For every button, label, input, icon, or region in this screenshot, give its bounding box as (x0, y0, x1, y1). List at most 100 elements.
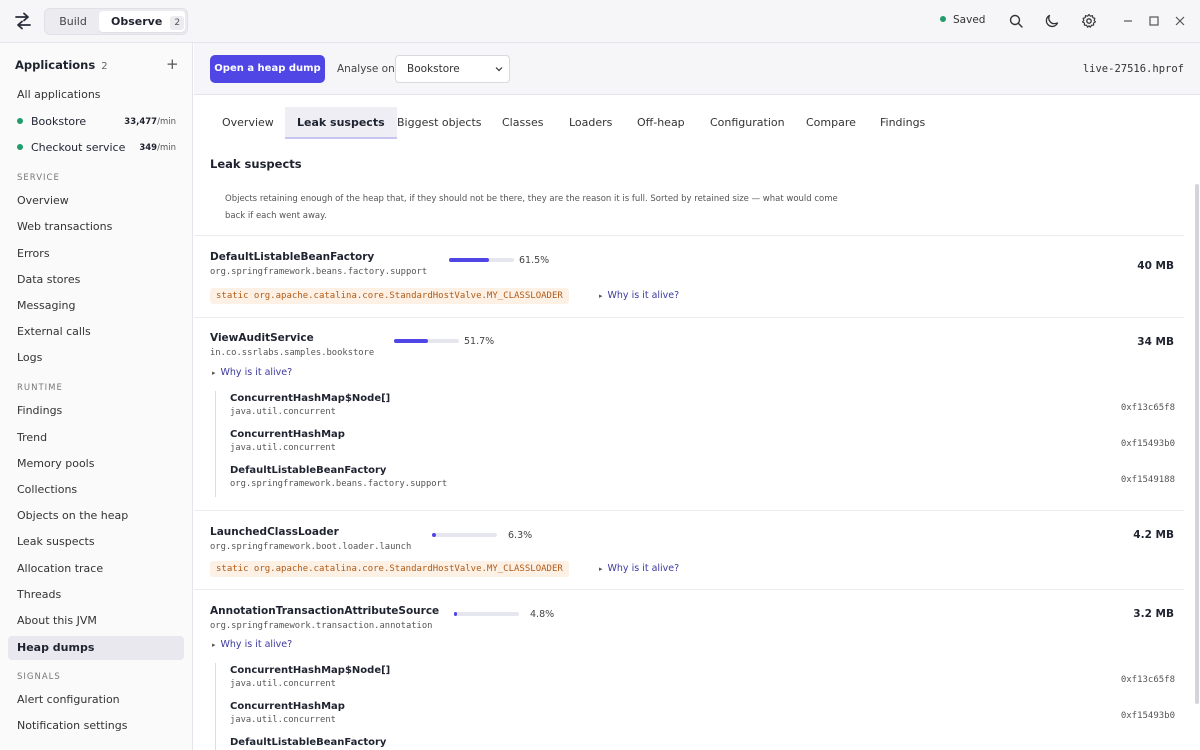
chain-node-name: DefaultListableBeanFactory (230, 737, 387, 748)
sidebar-item-external-calls[interactable]: External calls (8, 320, 184, 344)
retained-bar-fill (432, 533, 437, 537)
sidebar-item-collections[interactable]: Collections (8, 478, 184, 502)
chain-node-package: org.springframework.beans.factory.suppor… (230, 479, 448, 489)
tab-findings[interactable]: Findings (868, 107, 937, 139)
chain-node[interactable]: ConcurrentHashMap java.util.concurrent 0… (230, 701, 1185, 725)
sidebar-item-overview[interactable]: Overview (8, 189, 184, 213)
tab-configuration[interactable]: Configuration (698, 107, 797, 139)
sidebar-item-notification-settings[interactable]: Notification settings (8, 714, 184, 738)
sidebar: Applications 2 + All applications Booksto… (0, 43, 193, 750)
static-root-tag: static org.apache.catalina.core.Standard… (210, 561, 569, 577)
sidebar-item-web-transactions[interactable]: Web transactions (8, 215, 184, 239)
applications-count: 2 (101, 61, 108, 72)
tab-overview[interactable]: Overview (210, 107, 286, 139)
tab-classes[interactable]: Classes (490, 107, 555, 139)
suspect-package: in.co.ssrlabs.samples.bookstore (210, 348, 375, 358)
tab-loaders[interactable]: Loaders (557, 107, 624, 139)
tab-off-heap[interactable]: Off-heap (625, 107, 697, 139)
retained-percent: 4.8% (530, 609, 555, 620)
retention-chain: ConcurrentHashMap$Node[] java.util.concu… (215, 391, 1184, 497)
sidebar-section-service: SERVICE (17, 173, 60, 183)
sidebar-item-heap-dumps[interactable]: Heap dumps (8, 636, 184, 660)
sidebar-item-errors[interactable]: Errors (8, 242, 184, 266)
chain-node[interactable]: ConcurrentHashMap java.util.concurrent 0… (230, 429, 1185, 453)
search-icon[interactable] (1008, 13, 1024, 29)
chain-node-name: ConcurrentHashMap$Node[] (230, 665, 391, 676)
why-alive-label: Why is it alive? (220, 367, 293, 378)
sidebar-item-messaging[interactable]: Messaging (8, 294, 184, 318)
swap-arrows-icon[interactable] (14, 12, 32, 30)
app-rate-value: 33,477 (124, 117, 158, 127)
chain-node-name: DefaultListableBeanFactory (230, 465, 387, 476)
chain-node[interactable]: ConcurrentHashMap$Node[] java.util.concu… (230, 665, 1185, 689)
app-rate-unit: /min (157, 143, 176, 153)
sidebar-item-memory-pools[interactable]: Memory pools (8, 452, 184, 476)
retained-percent: 6.3% (508, 530, 533, 541)
sidebar-item-logs[interactable]: Logs (8, 346, 184, 370)
retained-percent: 61.5% (519, 255, 550, 266)
saved-status-dot (940, 16, 946, 22)
moon-icon[interactable] (1044, 13, 1060, 29)
sidebar-item-findings[interactable]: Findings (8, 399, 184, 423)
why-alive-toggle[interactable]: ▸ Why is it alive? (212, 639, 292, 650)
minimize-icon[interactable] (1120, 13, 1136, 29)
sidebar-item-about-this-jvm[interactable]: About this JVM (8, 609, 184, 633)
scrollbar-thumb[interactable] (1195, 184, 1199, 704)
static-root-tag: static org.apache.catalina.core.Standard… (210, 288, 569, 304)
content-scrollbar[interactable] (1194, 139, 1200, 750)
main-panel: Open a heap dump Analyse on Bookstore li… (194, 43, 1200, 750)
tab-leak-suspects[interactable]: Leak suspects (285, 107, 397, 139)
tab-compare[interactable]: Compare (794, 107, 868, 139)
sidebar-item-allocation-trace[interactable]: Allocation trace (8, 557, 184, 581)
sidebar-item-data-stores[interactable]: Data stores (8, 268, 184, 292)
chain-node[interactable]: ConcurrentHashMap$Node[] java.util.concu… (230, 393, 1185, 417)
close-icon[interactable] (1172, 13, 1188, 29)
top-bar: Build Observe 2 Saved (0, 0, 1200, 43)
retained-bar (449, 258, 514, 262)
chevron-down-icon (495, 67, 503, 72)
divider (194, 317, 1184, 318)
sidebar-item-leak-suspects[interactable]: Leak suspects (8, 530, 184, 554)
app-status-dot (17, 144, 23, 150)
sidebar-app-name: Bookstore (31, 115, 87, 128)
chain-node-address: 0xf1549188 (1120, 475, 1175, 485)
gear-icon[interactable] (1081, 13, 1097, 29)
retained-size: 4.2 MB (1133, 529, 1174, 541)
retained-size: 40 MB (1137, 260, 1174, 272)
chain-node[interactable]: DefaultListableBeanFactory org.springfra… (230, 465, 1185, 489)
sidebar-item-threads[interactable]: Threads (8, 583, 184, 607)
suspect-name: DefaultListableBeanFactory (210, 251, 375, 263)
sidebar-item-trend[interactable]: Trend (8, 426, 184, 450)
retained-bar (432, 533, 497, 537)
why-alive-toggle[interactable]: ▸ Why is it alive? (212, 367, 292, 378)
suspect-name: AnnotationTransactionAttributeSource (210, 605, 440, 617)
sidebar-item-all-applications[interactable]: All applications (8, 83, 184, 107)
suspect-package: org.springframework.beans.factory.suppor… (210, 267, 428, 277)
suspect-package: org.springframework.transaction.annotati… (210, 621, 433, 631)
add-application-icon[interactable]: + (166, 55, 179, 73)
sidebar-app-name: Checkout service (31, 141, 126, 154)
sidebar-item-objects-on-the-heap[interactable]: Objects on the heap (8, 504, 184, 528)
observe-count-badge: 2 (170, 16, 185, 30)
sidebar-app-bookstore[interactable]: Bookstore 33,477/min (8, 111, 184, 133)
why-alive-link[interactable]: ▸ Why is it alive? (599, 563, 679, 574)
applications-title: Applications (15, 58, 96, 72)
section-title: Leak suspects (210, 157, 302, 171)
why-alive-link[interactable]: ▸ Why is it alive? (599, 290, 679, 301)
heap-dump-toolbar: Open a heap dump Analyse on Bookstore li… (194, 43, 1200, 95)
applications-heading: Applications 2 (15, 58, 108, 72)
analyse-on-select[interactable]: Bookstore (395, 55, 510, 83)
chain-node[interactable]: DefaultListableBeanFactory (230, 737, 1185, 748)
chain-node-name: ConcurrentHashMap$Node[] (230, 393, 391, 404)
open-heap-dump-button[interactable]: Open a heap dump (210, 55, 325, 83)
chain-node-address: 0xf15493b0 (1120, 711, 1175, 721)
suspect-package: org.springframework.boot.loader.launch (210, 542, 412, 552)
retained-bar-fill (454, 612, 458, 616)
mode-observe-tab[interactable]: Observe 2 (99, 11, 185, 32)
tab-biggest-objects[interactable]: Biggest objects (385, 107, 494, 139)
sidebar-item-alert-configuration[interactable]: Alert configuration (8, 688, 184, 712)
maximize-icon[interactable] (1146, 13, 1162, 29)
mode-build-tab[interactable]: Build (47, 11, 99, 32)
sidebar-app-checkout-service[interactable]: Checkout service 349/min (8, 137, 184, 159)
caret-right-icon: ▸ (599, 292, 603, 300)
